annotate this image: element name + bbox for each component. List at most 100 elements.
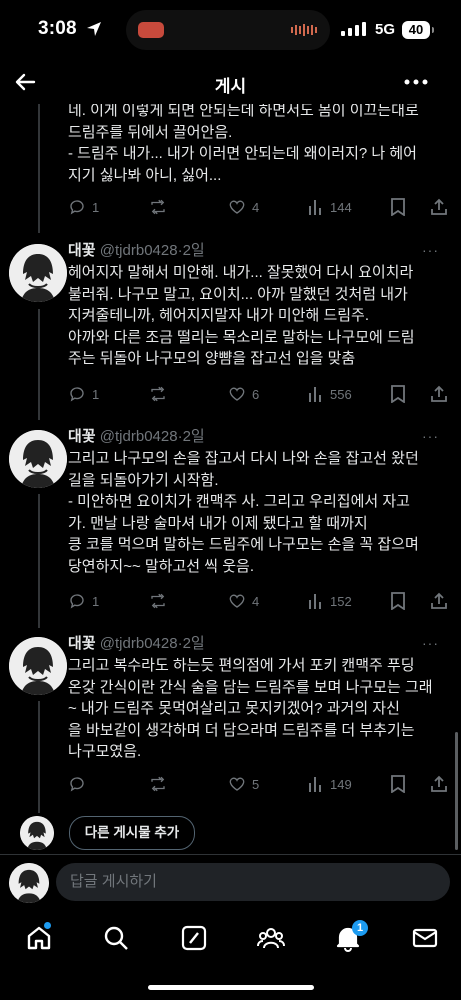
bookmark-icon	[391, 385, 405, 403]
like-button[interactable]: 6	[228, 384, 259, 404]
user-handle[interactable]: @tjdrb0428	[100, 635, 178, 652]
views-count: 556	[330, 386, 352, 402]
reply-button[interactable]: 1	[68, 384, 99, 404]
share-icon	[431, 385, 447, 402]
thread-line	[38, 309, 40, 420]
reply-button[interactable]	[68, 774, 92, 794]
user-handle[interactable]: @tjdrb0428	[100, 242, 178, 259]
reply-count: 1	[92, 199, 100, 215]
reply-icon	[70, 200, 84, 215]
tweet-actions: 1 6 556	[68, 384, 456, 404]
avatar	[9, 863, 49, 903]
views-button[interactable]: 152	[308, 591, 352, 611]
share-icon	[431, 198, 447, 215]
avatar[interactable]	[9, 637, 67, 695]
views-icon	[309, 387, 321, 402]
tweet-time: 2일	[182, 635, 205, 652]
reply-input[interactable]: 답글 게시하기	[56, 863, 450, 901]
search-icon[interactable]	[102, 924, 130, 952]
page-title: 게시	[214, 77, 247, 96]
repost-icon	[151, 593, 165, 609]
views-count: 144	[330, 199, 352, 215]
reply-icon	[70, 387, 84, 402]
like-button[interactable]: 4	[228, 197, 259, 217]
scrollbar[interactable]	[455, 732, 458, 850]
reply-button[interactable]: 1	[68, 591, 99, 611]
share-button[interactable]	[430, 774, 448, 794]
like-count: 4	[252, 199, 260, 215]
home-indicator	[148, 985, 314, 990]
bookmark-button[interactable]	[390, 197, 406, 217]
communities-icon[interactable]	[257, 924, 285, 952]
tweet-more-icon[interactable]: ···	[422, 635, 439, 651]
user-handle[interactable]: @tjdrb0428	[100, 428, 178, 445]
tweet-actions: 1 4 144	[68, 197, 456, 217]
views-button[interactable]: 556	[308, 384, 352, 404]
like-count: 4	[252, 593, 260, 609]
messages-icon[interactable]	[411, 924, 439, 952]
reply-icon	[70, 594, 84, 609]
share-button[interactable]	[430, 591, 448, 611]
tweet-header: 대꽃 @tjdrb0428·2일	[68, 242, 205, 260]
share-icon	[431, 775, 447, 792]
share-button[interactable]	[430, 197, 448, 217]
tweet-more-icon[interactable]: ···	[422, 428, 439, 444]
status-bar: 3:08 5G 40	[0, 0, 461, 60]
like-icon	[229, 594, 245, 608]
battery-icon: 40	[402, 21, 434, 39]
repost-button[interactable]	[148, 384, 174, 404]
like-icon	[229, 200, 245, 214]
reply-button[interactable]: 1	[68, 197, 99, 217]
like-button[interactable]: 5	[228, 774, 259, 794]
like-button[interactable]: 4	[228, 591, 259, 611]
display-name[interactable]: 대꽃	[68, 242, 96, 259]
display-name[interactable]: 대꽃	[68, 428, 96, 445]
views-button[interactable]: 144	[308, 197, 352, 217]
views-icon	[309, 200, 321, 215]
share-icon	[431, 592, 447, 609]
reply-count: 1	[92, 386, 100, 402]
thread-line	[38, 701, 40, 813]
avatar	[20, 816, 54, 850]
avatar[interactable]	[9, 244, 67, 302]
add-another-post-button[interactable]: 다른 게시물 추가	[69, 816, 195, 850]
bookmark-button[interactable]	[390, 384, 406, 404]
tweet-actions: 1 4 152	[68, 591, 456, 611]
tweet-text: 그리고 복수라도 하는듯 편의점에 가서 포키 캔맥주 푸딩 온갖 간식이란 간…	[68, 657, 433, 760]
display-name[interactable]: 대꽃	[68, 635, 96, 652]
views-button[interactable]: 149	[308, 774, 352, 794]
like-count: 6	[252, 386, 260, 402]
reply-count: 1	[92, 593, 100, 609]
repost-icon	[151, 199, 165, 215]
avatar[interactable]	[9, 430, 67, 488]
tweet-more-icon[interactable]: ···	[422, 242, 439, 258]
compose-icon[interactable]	[180, 924, 208, 952]
thread-content: 네. 이게 이렇게 되면 안되는데 하면서도 몸이 이끄는대로 드림주를 뒤에서…	[0, 104, 461, 854]
views-icon	[309, 594, 321, 609]
bookmark-icon	[391, 775, 405, 793]
more-icon[interactable]	[403, 70, 429, 94]
repost-button[interactable]	[148, 197, 174, 217]
audio-wave-icon	[291, 24, 317, 36]
tweet-header: 대꽃 @tjdrb0428·2일	[68, 635, 205, 653]
bookmark-button[interactable]	[390, 774, 406, 794]
reply-icon	[70, 777, 84, 792]
bookmark-icon	[391, 592, 405, 610]
views-count: 152	[330, 593, 352, 609]
bookmark-button[interactable]	[390, 591, 406, 611]
reply-bar: 답글 게시하기	[0, 855, 461, 910]
like-icon	[229, 777, 245, 791]
tweet-text: 네. 이게 이렇게 되면 안되는데 하면서도 몸이 이끄는대로 드림주를 뒤에서…	[68, 104, 419, 184]
cellular-signal-icon	[341, 22, 366, 36]
tweet-header: 대꽃 @tjdrb0428·2일	[68, 428, 205, 446]
repost-button[interactable]	[148, 774, 174, 794]
network-type: 5G	[375, 21, 396, 38]
thread-line	[38, 104, 40, 233]
share-button[interactable]	[430, 384, 448, 404]
repost-icon	[151, 386, 165, 402]
repost-button[interactable]	[148, 591, 174, 611]
tweet-time: 2일	[182, 242, 205, 259]
views-icon	[309, 777, 321, 792]
add-post-row: 다른 게시물 추가	[0, 812, 461, 854]
home-unread-dot	[44, 922, 51, 929]
